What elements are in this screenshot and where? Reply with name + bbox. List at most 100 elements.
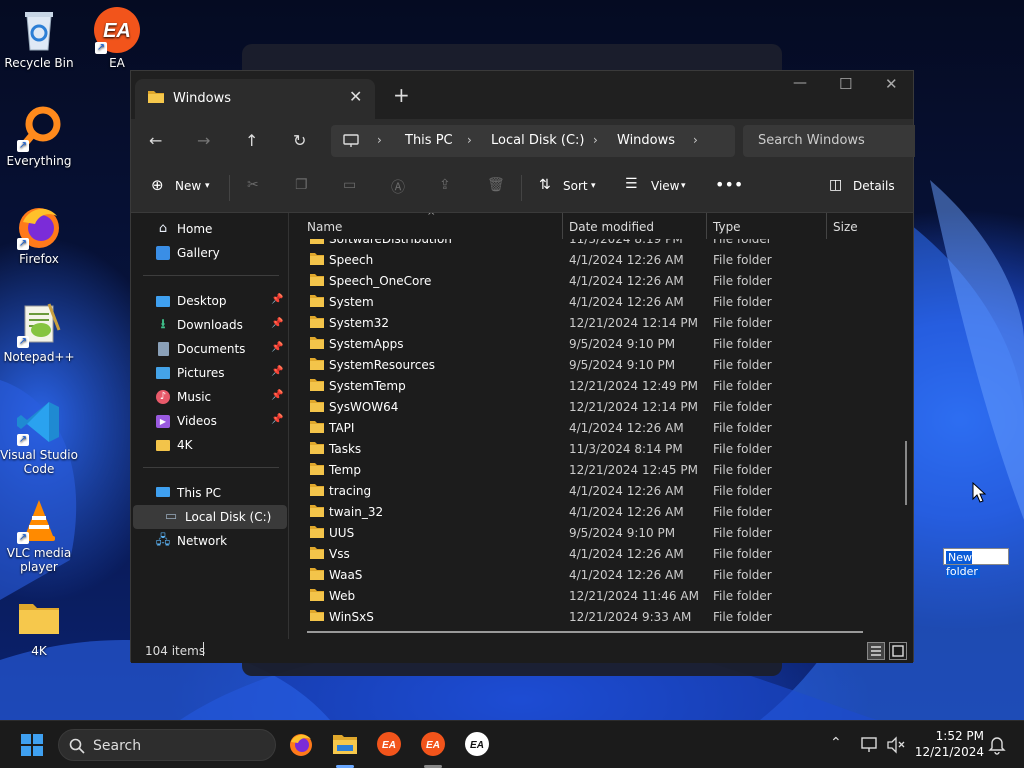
pin-icon[interactable]: 📌 xyxy=(271,390,283,401)
table-row[interactable]: SysWOW64 12/21/2024 12:14 PM File folder xyxy=(291,396,891,417)
gallery-icon xyxy=(156,246,170,260)
desktop-icon-notepadpp[interactable]: ↗ Notepad++ xyxy=(0,300,78,364)
sort-button[interactable]: Sort xyxy=(563,179,588,193)
vlc-icon: ↗ xyxy=(15,496,63,544)
forward-button[interactable]: → xyxy=(197,131,210,150)
vertical-scrollbar[interactable] xyxy=(905,441,907,505)
table-row[interactable]: Web 12/21/2024 11:46 AM File folder xyxy=(291,585,891,606)
more-options-icon[interactable]: ••• xyxy=(715,175,743,194)
tiles-view-button[interactable] xyxy=(889,642,907,660)
chevron-up-icon[interactable]: ⌃ xyxy=(830,735,842,751)
file-name: Speech xyxy=(329,253,374,267)
delete-icon[interactable]: 🗑 xyxy=(487,177,505,193)
breadcrumb-windows[interactable]: Windows xyxy=(617,133,675,148)
table-row[interactable]: TAPI 4/1/2024 12:26 AM File folder xyxy=(291,417,891,438)
minimize-button[interactable]: — xyxy=(793,75,807,91)
close-tab-icon[interactable]: ✕ xyxy=(349,87,362,106)
column-header-name[interactable]: Name ^ xyxy=(291,213,563,239)
horizontal-scrollbar[interactable] xyxy=(307,631,863,633)
nav-item-network[interactable]: 🖧 Network xyxy=(131,529,287,553)
nav-item-music[interactable]: ♪ Music 📌 xyxy=(131,385,287,409)
desktop-icon-recycle-bin[interactable]: Recycle Bin xyxy=(0,6,78,70)
up-button[interactable]: ↑ xyxy=(245,131,258,150)
maximize-button[interactable]: ☐ xyxy=(839,75,852,93)
table-row[interactable]: WaaS 4/1/2024 12:26 AM File folder xyxy=(291,564,891,585)
details-view-button[interactable] xyxy=(867,642,885,660)
column-header-date[interactable]: Date modified xyxy=(563,213,707,239)
table-row[interactable]: UUS 9/5/2024 9:10 PM File folder xyxy=(291,522,891,543)
pin-icon[interactable]: 📌 xyxy=(271,294,283,305)
paste-icon[interactable]: ▭ xyxy=(343,177,356,193)
column-header-type[interactable]: Type xyxy=(707,213,827,239)
taskbar-file-explorer-icon[interactable] xyxy=(332,731,358,757)
taskbar-ea-desktop-icon[interactable]: EA xyxy=(464,731,490,757)
table-row[interactable]: SoftwareDistribution 11/3/2024 8:19 PM Fil… xyxy=(291,239,891,249)
breadcrumb-this-pc[interactable]: This PC xyxy=(405,133,453,148)
nav-item-pictures[interactable]: Pictures 📌 xyxy=(131,361,287,385)
taskbar-search[interactable]: Search xyxy=(58,729,276,761)
taskbar-firefox-icon[interactable] xyxy=(288,731,314,757)
desktop-icon-everything[interactable]: ↗ Everything xyxy=(0,104,78,168)
address-bar[interactable]: › This PC › Local Disk (C:) › Windows › xyxy=(331,125,735,157)
rename-icon[interactable]: Ⓐ xyxy=(391,177,405,197)
pin-icon[interactable]: 📌 xyxy=(271,414,283,425)
volume-muted-icon[interactable] xyxy=(886,736,906,754)
start-windows-icon[interactable] xyxy=(20,733,46,759)
nav-item-4k[interactable]: 4K xyxy=(131,433,287,457)
nav-item-desktop[interactable]: Desktop 📌 xyxy=(131,289,287,313)
table-row[interactable]: Speech_OneCore 4/1/2024 12:26 AM File fold… xyxy=(291,270,891,291)
desktop-icon-firefox[interactable]: ↗ Firefox xyxy=(0,202,78,266)
system-clock[interactable]: 1:52 PM 12/21/2024 xyxy=(914,729,984,759)
back-button[interactable]: ← xyxy=(149,131,162,150)
nav-item-home[interactable]: ⌂ Home xyxy=(131,217,287,241)
network-status-icon[interactable] xyxy=(860,736,880,754)
table-row[interactable]: SystemTemp 12/21/2024 12:49 PM File folder xyxy=(291,375,891,396)
new-button[interactable]: New xyxy=(175,179,201,193)
details-button[interactable]: Details xyxy=(853,179,895,193)
refresh-button[interactable]: ↻ xyxy=(293,131,306,150)
taskbar-ea-icon[interactable]: EA xyxy=(420,731,446,757)
pin-icon[interactable]: 📌 xyxy=(271,366,283,377)
view-button[interactable]: View xyxy=(651,179,679,193)
table-row[interactable]: WinSxS 12/21/2024 9:33 AM File folder xyxy=(291,606,891,621)
breadcrumb-local-disk[interactable]: Local Disk (C:) xyxy=(491,133,584,148)
column-header-size[interactable]: Size xyxy=(827,213,915,239)
table-row[interactable]: Vss 4/1/2024 12:26 AM File folder xyxy=(291,543,891,564)
nav-item-documents[interactable]: Documents 📌 xyxy=(131,337,287,361)
ea-icon: EA ↗ xyxy=(93,6,141,54)
desktop-icon-vscode[interactable]: ↗ Visual Studio Code xyxy=(0,398,78,476)
search-input[interactable]: Search Windows xyxy=(743,125,915,157)
nav-item-videos[interactable]: ▶ Videos 📌 xyxy=(131,409,287,433)
pin-icon[interactable]: 📌 xyxy=(271,318,283,329)
share-icon[interactable]: ⇪ xyxy=(439,177,451,193)
column-label: Name xyxy=(307,220,343,234)
table-row[interactable]: Tasks 11/3/2024 8:14 PM File folder xyxy=(291,438,891,459)
copy-icon[interactable]: ❐ xyxy=(295,177,308,193)
close-window-button[interactable]: ✕ xyxy=(885,75,898,93)
home-icon: ⌂ xyxy=(158,221,168,236)
desktop-icon-vlc[interactable]: ↗ VLC media player xyxy=(0,496,78,574)
tab-windows[interactable]: Windows ✕ xyxy=(135,79,375,119)
nav-item-this-pc[interactable]: This PC xyxy=(131,481,287,505)
table-row[interactable]: Temp 12/21/2024 12:45 PM File folder xyxy=(291,459,891,480)
table-row[interactable]: System32 12/21/2024 12:14 PM File folder xyxy=(291,312,891,333)
table-row[interactable]: System 4/1/2024 12:26 AM File folder xyxy=(291,291,891,312)
new-tab-button[interactable]: + xyxy=(393,83,410,107)
mouse-cursor-icon xyxy=(972,482,987,503)
table-row[interactable]: Speech 4/1/2024 12:26 AM File folder xyxy=(291,249,891,270)
nav-item-downloads[interactable]: ⭳ Downloads 📌 xyxy=(131,313,287,337)
taskbar-ea-app-icon[interactable]: EA xyxy=(376,731,402,757)
cut-icon[interactable]: ✂ xyxy=(247,177,259,193)
notification-bell-icon[interactable] xyxy=(988,735,1006,755)
table-row[interactable]: tracing 4/1/2024 12:26 AM File folder xyxy=(291,480,891,501)
navigation-pane: ⌂ Home Gallery Desktop 📌 ⭳ Downloads 📌 D… xyxy=(131,213,289,639)
table-row[interactable]: SystemResources 9/5/2024 9:10 PM File fold… xyxy=(291,354,891,375)
table-row[interactable]: twain_32 4/1/2024 12:26 AM File folder xyxy=(291,501,891,522)
table-row[interactable]: SystemApps 9/5/2024 9:10 PM File folder xyxy=(291,333,891,354)
pin-icon[interactable]: 📌 xyxy=(271,342,283,353)
nav-item-local-disk[interactable]: ▭ Local Disk (C:) xyxy=(133,505,287,529)
nav-item-gallery[interactable]: Gallery xyxy=(131,241,287,265)
desktop-icon-4k-folder[interactable]: 4K xyxy=(0,594,78,658)
desktop-icon-ea[interactable]: EA ↗ EA xyxy=(78,6,156,70)
new-folder-rename-field[interactable]: New folder xyxy=(943,548,1009,578)
